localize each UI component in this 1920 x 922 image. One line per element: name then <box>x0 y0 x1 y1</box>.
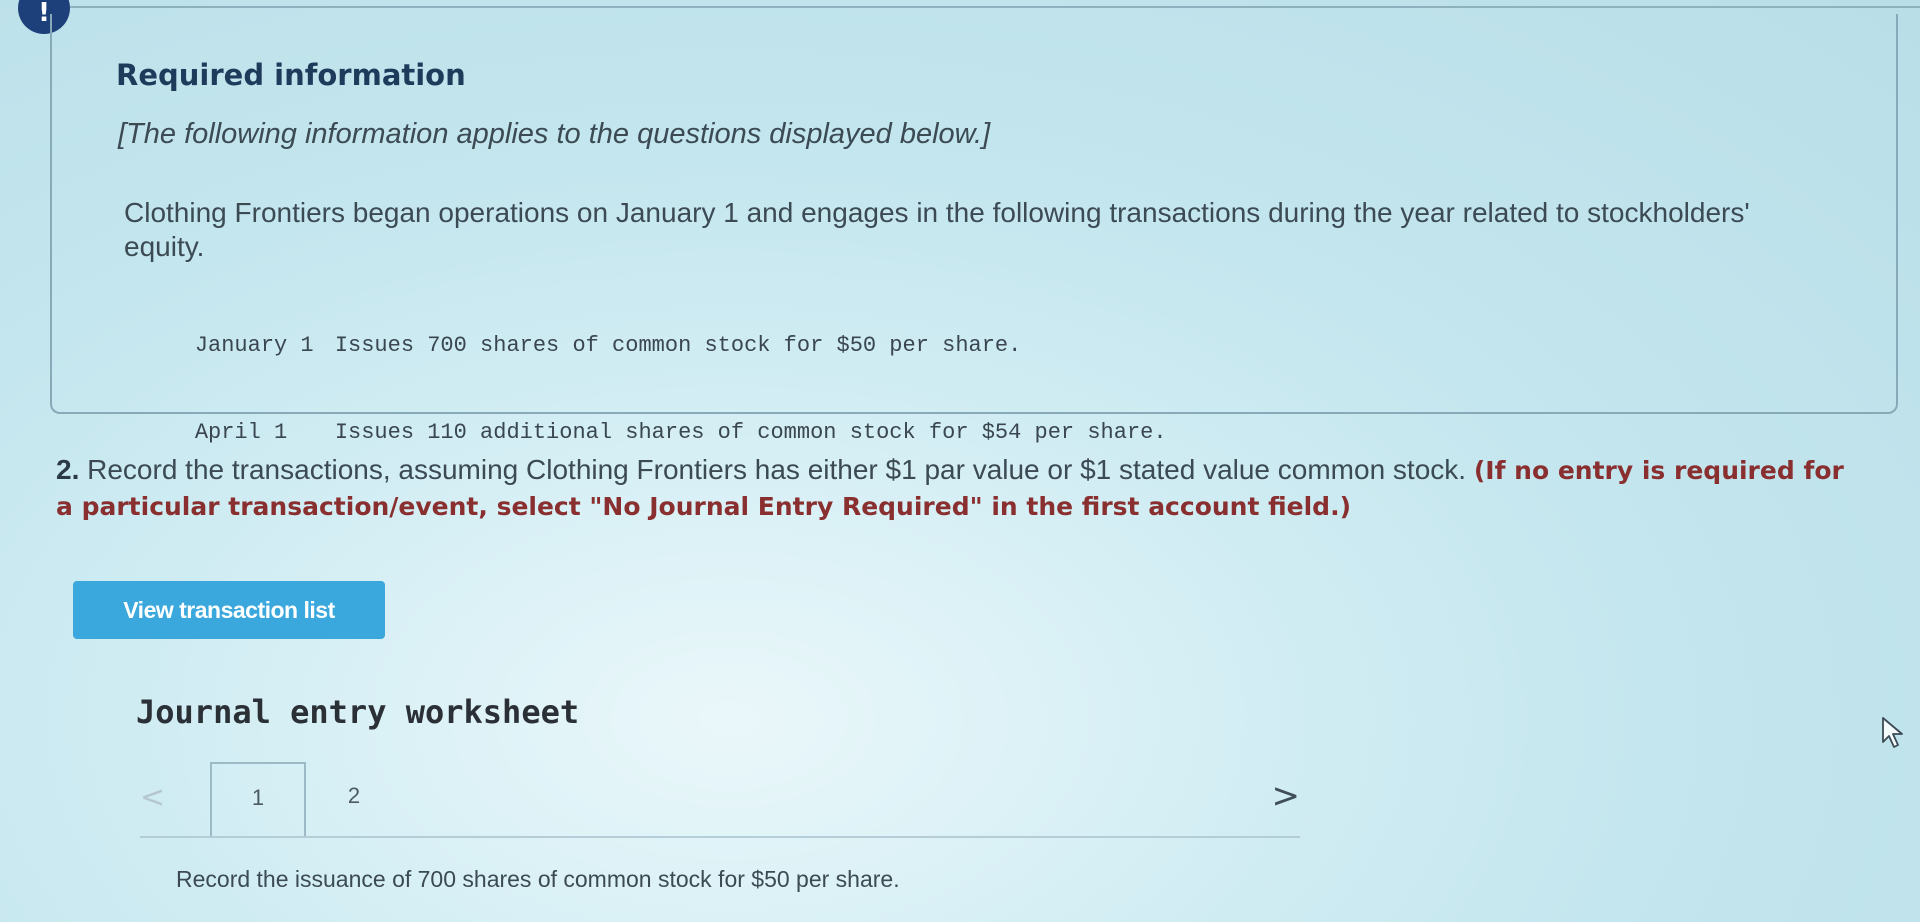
transactions-table: January 1 Issues 700 shares of common sto… <box>142 302 1167 476</box>
transaction-text: Issues 700 shares of common stock for $5… <box>334 333 1022 358</box>
transaction-row: January 1 Issues 700 shares of common sto… <box>142 302 1167 389</box>
worksheet-tab-2[interactable]: 2 <box>306 762 402 838</box>
info-note: [The following information applies to th… <box>118 118 991 150</box>
worksheet-pager: < 1 2 > <box>140 762 1300 838</box>
info-paragraph: Clothing Frontiers began operations on J… <box>124 197 1750 262</box>
transaction-text: Issues 110 additional shares of common s… <box>334 420 1167 445</box>
question-number: 2. <box>56 454 80 485</box>
view-transaction-list-button[interactable]: View transaction list <box>73 581 385 639</box>
worksheet-instruction: Record the issuance of 700 shares of com… <box>176 866 900 892</box>
worksheet-title: Journal entry worksheet <box>136 693 580 731</box>
mouse-cursor-icon <box>1882 717 1903 748</box>
transaction-date: April 1 <box>194 420 288 445</box>
pager-divider <box>140 836 1300 838</box>
question-text: Record the transactions, assuming Clothi… <box>87 454 1467 485</box>
chevron-right-icon[interactable]: > <box>1272 776 1301 816</box>
top-divider <box>70 6 1920 8</box>
question-prompt: 2. Record the transactions, assuming Clo… <box>56 452 1846 524</box>
chevron-left-icon[interactable]: < <box>140 780 165 815</box>
worksheet-tab-1[interactable]: 1 <box>210 762 306 838</box>
required-information-title: Required information <box>116 58 466 92</box>
transaction-date: January 1 <box>194 333 314 358</box>
